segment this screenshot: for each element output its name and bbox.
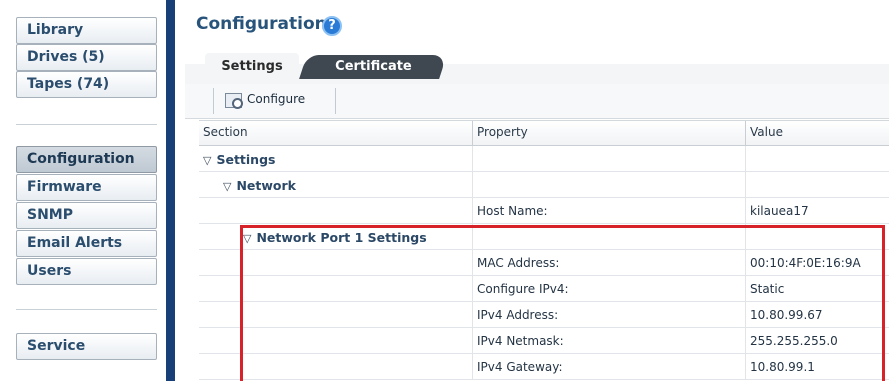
toolbar-separator bbox=[335, 88, 336, 114]
tree-node-network[interactable]: ▽ Network bbox=[199, 172, 472, 197]
toolbar: Configure bbox=[185, 84, 889, 119]
section-cell bbox=[199, 198, 472, 223]
table-header: Section Property Value bbox=[199, 120, 889, 146]
configure-icon bbox=[225, 93, 243, 109]
property-cell bbox=[472, 146, 745, 171]
tree-node-settings[interactable]: ▽ Settings bbox=[199, 146, 472, 171]
table-row[interactable]: Host Name: kilauea17 bbox=[199, 198, 889, 224]
section-label: Settings bbox=[216, 152, 276, 167]
property-cell: Host Name: bbox=[472, 198, 745, 223]
tab-certificate-label: Certificate bbox=[334, 59, 412, 74]
section-label: Network bbox=[236, 178, 296, 193]
page-title: Configuration bbox=[196, 14, 327, 34]
nav-border bbox=[166, 0, 175, 381]
column-header-section[interactable]: Section bbox=[199, 121, 472, 145]
help-icon[interactable]: ? bbox=[322, 16, 342, 36]
value-cell: kilauea17 bbox=[745, 198, 889, 223]
table-row[interactable]: ▽ Settings bbox=[199, 146, 889, 172]
highlight-box bbox=[240, 225, 885, 381]
nav-divider bbox=[16, 309, 157, 310]
table-row[interactable]: ▽ Network bbox=[199, 172, 889, 198]
property-cell bbox=[472, 172, 745, 197]
expand-triangle-icon[interactable]: ▽ bbox=[223, 180, 231, 193]
value-cell bbox=[745, 172, 889, 197]
column-header-value[interactable]: Value bbox=[745, 121, 889, 145]
nav-item-snmp[interactable]: SNMP bbox=[16, 202, 157, 229]
nav-item-drives[interactable]: Drives (5) bbox=[16, 44, 157, 71]
nav-item-library[interactable]: Library bbox=[16, 17, 157, 44]
expand-triangle-icon[interactable]: ▽ bbox=[203, 154, 211, 167]
nav-divider bbox=[16, 124, 157, 125]
nav-item-configuration[interactable]: Configuration bbox=[16, 146, 157, 173]
left-nav: Library Drives (5) Tapes (74) Configurat… bbox=[0, 0, 168, 381]
toolbar-separator bbox=[213, 88, 214, 114]
nav-item-tapes[interactable]: Tapes (74) bbox=[16, 71, 157, 98]
tab-settings[interactable]: Settings bbox=[205, 53, 299, 84]
nav-item-service[interactable]: Service bbox=[16, 333, 157, 360]
app-root: Library Drives (5) Tapes (74) Configurat… bbox=[0, 0, 889, 381]
nav-item-firmware[interactable]: Firmware bbox=[16, 174, 157, 201]
configure-label: Configure bbox=[247, 92, 306, 106]
configure-button[interactable]: Configure bbox=[225, 92, 305, 114]
value-cell bbox=[745, 146, 889, 171]
nav-item-users[interactable]: Users bbox=[16, 258, 157, 285]
nav-item-email-alerts[interactable]: Email Alerts bbox=[16, 230, 157, 257]
tab-certificate[interactable]: Certificate bbox=[299, 55, 447, 79]
column-header-property[interactable]: Property bbox=[472, 121, 745, 145]
